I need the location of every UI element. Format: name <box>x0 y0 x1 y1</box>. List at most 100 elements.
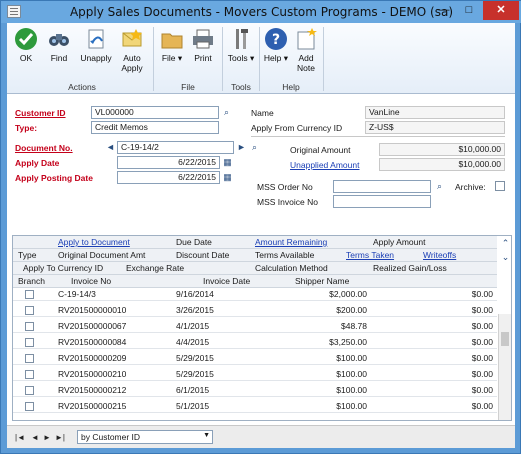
grid-vertical-scrollbar[interactable] <box>498 314 511 420</box>
customer-id-field[interactable]: VL000000 <box>91 106 219 119</box>
col-apply-to-document[interactable]: Apply to Document <box>58 237 130 247</box>
row-select-checkbox[interactable] <box>25 354 34 363</box>
tools-menu-button[interactable]: Tools ▾ <box>226 27 256 63</box>
col-discount-date: Discount Date <box>176 250 230 260</box>
sort-by-select[interactable]: by Customer ID ▼ <box>77 430 213 444</box>
svg-text:?: ? <box>272 32 280 48</box>
previous-record-button[interactable]: ◄ <box>31 433 39 442</box>
document-next-icon[interactable]: ► <box>235 141 248 154</box>
apply-date-field[interactable]: 6/22/2015 <box>117 156 220 169</box>
apply-posting-date-field[interactable]: 6/22/2015 <box>117 171 220 184</box>
mss-order-field[interactable] <box>333 180 431 193</box>
ok-button[interactable]: OK <box>11 27 41 63</box>
col-terms-available: Terms Available <box>255 250 315 260</box>
row-select-checkbox[interactable] <box>25 338 34 347</box>
help-menu-button[interactable]: ? Help ▾ <box>262 27 290 63</box>
row-apply-amount[interactable]: $0.00 <box>373 289 493 299</box>
type-select[interactable]: Credit Memos <box>91 121 219 134</box>
folder-icon <box>160 27 184 51</box>
row-apply-amount[interactable]: $0.00 <box>373 369 493 379</box>
print-button[interactable]: Print <box>189 27 217 63</box>
mss-order-label: MSS Order No <box>257 182 313 192</box>
apply-posting-date-calendar-icon[interactable]: ▦ <box>221 171 234 184</box>
document-no-label[interactable]: Document No. <box>15 143 73 153</box>
row-select-checkbox[interactable] <box>25 290 34 299</box>
last-record-button[interactable]: ►| <box>55 433 65 442</box>
row-due-date: 6/1/2015 <box>176 385 210 395</box>
auto-apply-button[interactable]: Auto Apply <box>116 27 148 73</box>
row-select-checkbox[interactable] <box>25 402 34 411</box>
chevron-down-icon: ▼ <box>203 432 210 439</box>
archive-checkbox[interactable] <box>495 181 505 191</box>
ribbon-separator <box>259 27 260 91</box>
col-writeoffs[interactable]: Writeoffs <box>423 250 456 260</box>
sort-by-value: by Customer ID <box>81 432 141 442</box>
grid-collapse-icon[interactable]: ⌄ <box>499 251 512 264</box>
row-select-checkbox[interactable] <box>25 386 34 395</box>
unapply-button[interactable]: Unapply <box>77 27 115 63</box>
grid-header-row-4: Branch Invoice No Invoice Date Shipper N… <box>13 275 497 288</box>
col-apply-amount: Apply Amount <box>373 237 426 247</box>
row-apply-amount[interactable]: $0.00 <box>373 353 493 363</box>
auto-apply-envelope-icon <box>120 27 144 51</box>
document-lookup-icon[interactable]: ⌕ <box>248 141 261 154</box>
col-calculation-method: Calculation Method <box>255 263 328 273</box>
apply-from-currency-label: Apply From Currency ID <box>251 123 343 133</box>
row-due-date: 4/1/2015 <box>176 321 210 331</box>
ribbon-separator <box>222 27 223 91</box>
apply-documents-grid: Apply to Document Due Date Amount Remain… <box>12 235 512 421</box>
col-realized-gain-loss: Realized Gain/Loss <box>373 263 447 273</box>
apply-date-calendar-icon[interactable]: ▦ <box>221 156 234 169</box>
row-select-checkbox[interactable] <box>25 306 34 315</box>
help-label: Help <box>263 53 282 63</box>
type-label: Type: <box>15 123 38 133</box>
unapplied-amount-link[interactable]: Unapplied Amount <box>290 160 359 170</box>
table-row[interactable]: RV201500000215 5/1/2015 $100.00 $0.00 <box>13 400 497 413</box>
row-apply-amount[interactable]: $0.00 <box>373 337 493 347</box>
application-window: Apply Sales Documents - Movers Custom Pr… <box>0 0 521 454</box>
customer-lookup-icon[interactable]: ⌕ <box>220 106 233 119</box>
apply-date-label: Apply Date <box>15 158 60 168</box>
col-branch: Branch <box>18 276 45 286</box>
find-button[interactable]: Find <box>44 27 74 63</box>
table-row[interactable]: C-19-14/3 9/16/2014 $2,000.00 $0.00 <box>13 288 497 301</box>
add-note-button[interactable]: Add Note <box>292 27 320 73</box>
row-document-number: RV201500000067 <box>58 321 127 331</box>
close-button[interactable]: ✕ <box>483 1 519 20</box>
col-type: Type <box>18 250 37 260</box>
table-row[interactable]: RV201500000010 3/26/2015 $200.00 $0.00 <box>13 304 497 317</box>
col-original-document-amt: Original Document Amt <box>58 250 146 260</box>
grid-expand-icon[interactable]: ⌃ <box>499 237 512 250</box>
maximize-button[interactable]: □ <box>457 1 481 20</box>
col-amount-remaining[interactable]: Amount Remaining <box>255 237 327 247</box>
row-due-date: 5/1/2015 <box>176 401 210 411</box>
title-bar[interactable]: Apply Sales Documents - Movers Custom Pr… <box>1 1 521 23</box>
scrollbar-thumb[interactable] <box>501 332 509 346</box>
row-apply-amount[interactable]: $0.00 <box>373 385 493 395</box>
table-row[interactable]: RV201500000212 6/1/2015 $100.00 $0.00 <box>13 384 497 397</box>
mss-invoice-field[interactable] <box>333 195 431 208</box>
table-row[interactable]: RV201500000210 5/29/2015 $100.00 $0.00 <box>13 368 497 381</box>
customer-id-label[interactable]: Customer ID <box>15 108 66 118</box>
ribbon-toolbar: OK Find Unapply Auto Apply Actions File … <box>7 23 515 94</box>
document-no-field[interactable]: C-19-14/2 <box>117 141 234 154</box>
row-apply-amount[interactable]: $0.00 <box>373 305 493 315</box>
row-select-checkbox[interactable] <box>25 322 34 331</box>
row-apply-amount[interactable]: $0.00 <box>373 401 493 411</box>
row-document-number: RV201500000212 <box>58 385 127 395</box>
status-bar: |◄ ◄ ► ►| by Customer ID ▼ <box>7 425 515 448</box>
row-document-number: C-19-14/3 <box>58 289 96 299</box>
row-due-date: 5/29/2015 <box>176 353 214 363</box>
table-row[interactable]: RV201500000209 5/29/2015 $100.00 $0.00 <box>13 352 497 365</box>
next-record-button[interactable]: ► <box>43 433 51 442</box>
document-prev-icon[interactable]: ◄ <box>104 141 117 154</box>
row-apply-amount[interactable]: $0.00 <box>373 321 493 331</box>
row-select-checkbox[interactable] <box>25 370 34 379</box>
table-row[interactable]: RV201500000067 4/1/2015 $48.78 $0.00 <box>13 320 497 333</box>
file-menu-button[interactable]: File ▾ <box>158 27 186 63</box>
col-terms-taken[interactable]: Terms Taken <box>346 250 394 260</box>
minimize-button[interactable]: — <box>432 1 456 20</box>
first-record-button[interactable]: |◄ <box>15 433 25 442</box>
mss-order-lookup-icon[interactable]: ⌕ <box>433 180 446 193</box>
table-row[interactable]: RV201500000084 4/4/2015 $3,250.00 $0.00 <box>13 336 497 349</box>
